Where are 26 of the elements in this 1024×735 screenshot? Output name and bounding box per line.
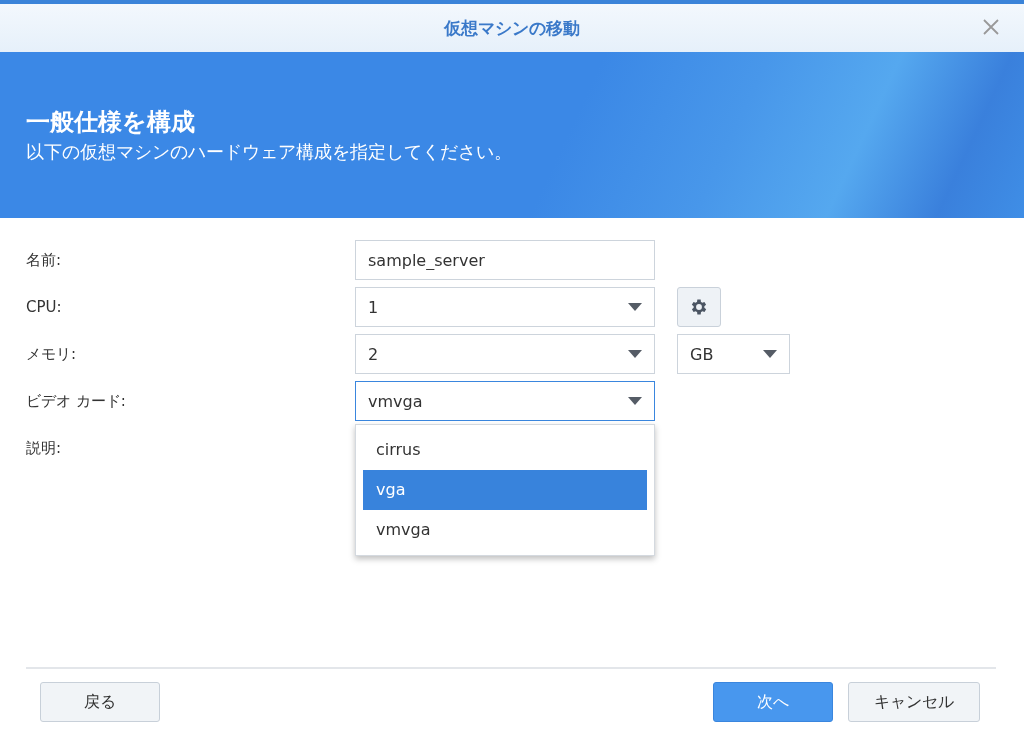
field-label: CPU: <box>26 297 63 318</box>
settings-button[interactable] <box>677 287 721 327</box>
dropdown-field[interactable]: vmvga <box>355 381 655 421</box>
unit-dropdown[interactable]: GB <box>677 334 790 374</box>
dropdown-field[interactable]: 2 <box>355 334 655 374</box>
dropdown-option[interactable]: cirrus <box>363 430 647 470</box>
field-label: 名前: <box>26 250 63 271</box>
close-icon <box>982 18 1000 36</box>
caret-icon <box>763 350 777 358</box>
caret-icon <box>628 397 642 405</box>
banner-subtitle: 以下の仮想マシンのハードウェア構成を指定してください。 <box>26 140 512 164</box>
name-field[interactable]: sample_server <box>355 240 655 280</box>
field-label: ビデオ カード: <box>26 391 127 412</box>
footer-button[interactable]: キャンセル <box>848 682 980 722</box>
footer-button[interactable]: 戻る <box>40 682 160 722</box>
caret-icon <box>628 350 642 358</box>
banner-title: 一般仕様を構成 <box>26 107 196 138</box>
close-button[interactable] <box>982 18 1000 36</box>
caret-icon <box>628 303 642 311</box>
dropdown-field[interactable]: 1 <box>355 287 655 327</box>
settings-icon <box>689 297 709 317</box>
window-title: 仮想マシンの移動 <box>444 16 580 40</box>
field-label: メモリ: <box>26 344 78 365</box>
dropdown-option[interactable]: vmvga <box>363 510 647 550</box>
dropdown-option[interactable]: vga <box>363 470 647 510</box>
field-label: 説明: <box>26 438 63 459</box>
